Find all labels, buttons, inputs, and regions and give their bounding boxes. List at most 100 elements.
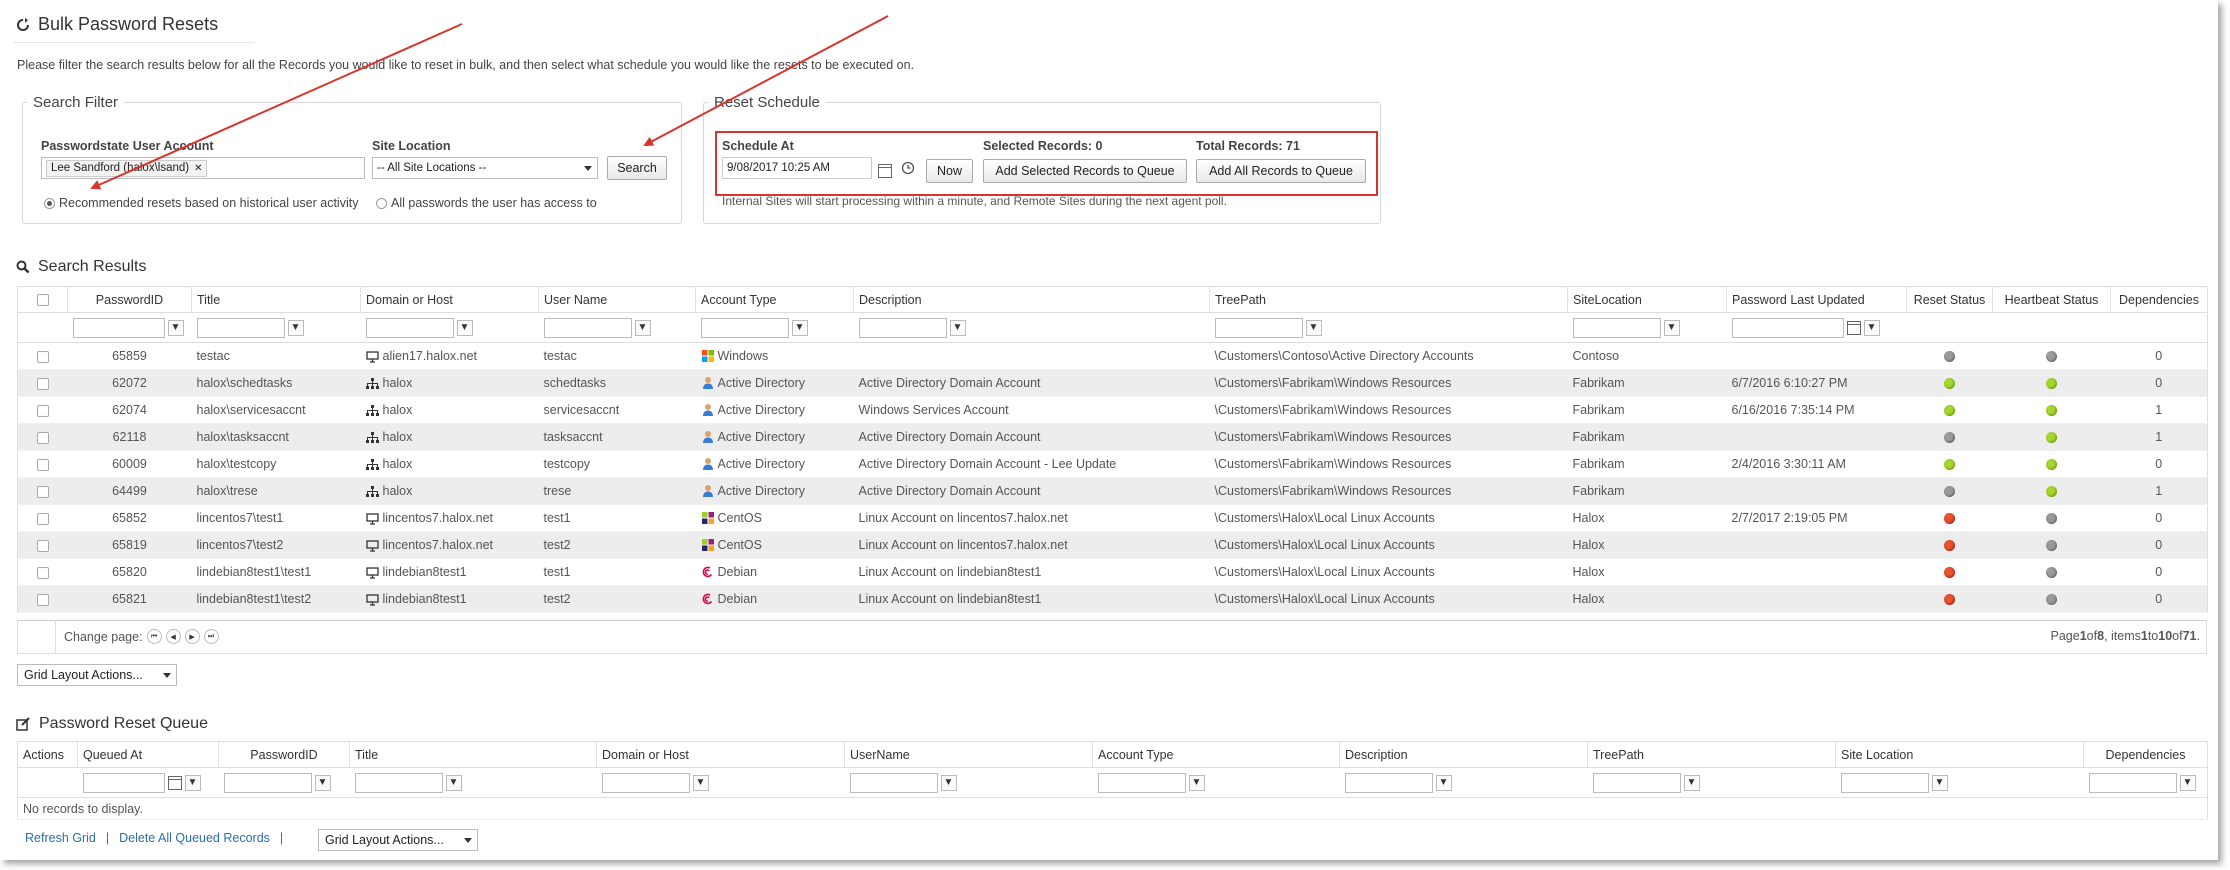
- row-checkbox[interactable]: [36, 377, 49, 390]
- select-all-checkbox[interactable]: [36, 294, 49, 307]
- cell-title[interactable]: lincentos7\test2: [191, 531, 361, 559]
- col-header-username[interactable]: User Name: [538, 286, 696, 313]
- filter-icon[interactable]: ▼: [314, 774, 331, 791]
- refresh-grid-link[interactable]: Refresh Grid: [25, 831, 96, 845]
- queue-col-queued-at[interactable]: Queued At: [77, 741, 219, 768]
- filter-icon[interactable]: ▼: [1931, 774, 1948, 791]
- filter-input[interactable]: [601, 772, 690, 793]
- table-row[interactable]: 62072 halox\schedtasks halox schedtasks Acti…: [17, 369, 2208, 397]
- queue-col-site-location[interactable]: Site Location: [1835, 741, 2084, 768]
- col-header-reset-status[interactable]: Reset Status: [1906, 286, 1993, 313]
- table-row[interactable]: 65821 lindebian8test1\test2 lindebian8test…: [17, 585, 2208, 613]
- cell-title[interactable]: halox\testcopy: [191, 450, 361, 478]
- filter-input[interactable]: [82, 772, 165, 793]
- site-location-select[interactable]: -- All Site Locations --: [372, 157, 598, 179]
- calendar-icon[interactable]: [878, 163, 892, 178]
- filter-input[interactable]: [2088, 772, 2177, 793]
- row-checkbox[interactable]: [36, 485, 49, 498]
- cell-title[interactable]: halox\trese: [191, 477, 361, 505]
- col-header-passwordid[interactable]: PasswordID: [67, 286, 192, 313]
- queue-grid-layout-actions-select[interactable]: Grid Layout Actions...: [318, 829, 478, 851]
- filter-input[interactable]: [1344, 772, 1433, 793]
- row-checkbox[interactable]: [36, 350, 49, 363]
- remove-token-icon[interactable]: ✕: [194, 163, 202, 174]
- filter-input[interactable]: [700, 317, 789, 338]
- filter-input[interactable]: [223, 772, 312, 793]
- filter-icon[interactable]: ▼: [940, 774, 957, 791]
- filter-icon[interactable]: ▼: [634, 319, 651, 336]
- radio-recommended[interactable]: Recommended resets based on historical u…: [44, 196, 358, 210]
- table-row[interactable]: 65820 lindebian8test1\test1 lindebian8test…: [17, 558, 2208, 586]
- col-header-last-updated[interactable]: Password Last Updated: [1726, 286, 1907, 313]
- row-checkbox[interactable]: [36, 431, 49, 444]
- queue-col-domain[interactable]: Domain or Host: [596, 741, 845, 768]
- row-checkbox[interactable]: [36, 566, 49, 579]
- clock-icon[interactable]: [901, 161, 915, 175]
- col-header-sitelocation[interactable]: SiteLocation: [1567, 286, 1727, 313]
- filter-icon[interactable]: ▼: [445, 774, 462, 791]
- cell-title[interactable]: halox\schedtasks: [191, 369, 361, 397]
- row-checkbox[interactable]: [36, 404, 49, 417]
- table-row[interactable]: 62074 halox\servicesaccnt halox servicesacc…: [17, 396, 2208, 424]
- filter-input[interactable]: [196, 317, 285, 338]
- calendar-icon[interactable]: [1846, 320, 1861, 335]
- add-selected-to-queue-button[interactable]: Add Selected Records to Queue: [983, 159, 1187, 183]
- filter-input[interactable]: [1572, 317, 1661, 338]
- first-page-icon[interactable]: ⏮: [146, 629, 162, 644]
- queue-col-title[interactable]: Title: [349, 741, 597, 768]
- add-all-to-queue-button[interactable]: Add All Records to Queue: [1196, 159, 1366, 183]
- filter-input[interactable]: [858, 317, 947, 338]
- filter-icon[interactable]: ▼: [1683, 774, 1700, 791]
- filter-input[interactable]: [354, 772, 443, 793]
- filter-input[interactable]: [849, 772, 938, 793]
- search-button[interactable]: Search: [607, 156, 667, 180]
- table-row[interactable]: 62118 halox\tasksaccnt halox tasksaccnt Acti…: [17, 423, 2208, 451]
- filter-icon[interactable]: ▼: [167, 319, 184, 336]
- cell-title[interactable]: testac: [191, 342, 361, 370]
- next-page-icon[interactable]: ▶: [184, 629, 200, 644]
- filter-icon[interactable]: ▼: [184, 774, 201, 791]
- col-header-domain[interactable]: Domain or Host: [360, 286, 539, 313]
- filter-input[interactable]: [72, 317, 165, 338]
- cell-title[interactable]: halox\servicesaccnt: [191, 396, 361, 424]
- filter-icon[interactable]: ▼: [2179, 774, 2196, 791]
- row-checkbox[interactable]: [36, 512, 49, 525]
- cell-title[interactable]: lindebian8test1\test2: [191, 585, 361, 613]
- cell-title[interactable]: lincentos7\test1: [191, 504, 361, 532]
- queue-col-treepath[interactable]: TreePath: [1587, 741, 1836, 768]
- filter-input[interactable]: [543, 317, 632, 338]
- table-row[interactable]: 65819 lincentos7\test2 lincentos7.halox.ne…: [17, 531, 2208, 559]
- col-header-account-type[interactable]: Account Type: [695, 286, 854, 313]
- filter-input[interactable]: [365, 317, 454, 338]
- filter-input[interactable]: [1592, 772, 1681, 793]
- delete-all-queued-link[interactable]: Delete All Queued Records: [119, 831, 270, 845]
- table-row[interactable]: 65859 testac alien17.halox.net testac Window…: [17, 342, 2208, 370]
- filter-icon[interactable]: ▼: [1663, 319, 1680, 336]
- cell-title[interactable]: lindebian8test1\test1: [191, 558, 361, 586]
- col-header-description[interactable]: Description: [853, 286, 1210, 313]
- filter-icon[interactable]: ▼: [456, 319, 473, 336]
- col-header-title[interactable]: Title: [191, 286, 361, 313]
- filter-icon[interactable]: ▼: [949, 319, 966, 336]
- calendar-icon[interactable]: [167, 775, 182, 790]
- row-checkbox[interactable]: [36, 539, 49, 552]
- filter-icon[interactable]: ▼: [287, 319, 304, 336]
- grid-layout-actions-select[interactable]: Grid Layout Actions...: [17, 664, 177, 686]
- filter-input[interactable]: [1731, 317, 1844, 338]
- radio-all[interactable]: All passwords the user has access to: [376, 196, 597, 210]
- now-button[interactable]: Now: [926, 159, 973, 183]
- filter-input[interactable]: [1214, 317, 1303, 338]
- queue-col-username[interactable]: UserName: [844, 741, 1093, 768]
- queue-col-passwordid[interactable]: PasswordID: [218, 741, 350, 768]
- prev-page-icon[interactable]: ◀: [165, 629, 181, 644]
- row-checkbox[interactable]: [36, 593, 49, 606]
- col-header-dependencies[interactable]: Dependencies: [2110, 286, 2208, 313]
- filter-input[interactable]: [1097, 772, 1186, 793]
- filter-icon[interactable]: ▼: [791, 319, 808, 336]
- filter-input[interactable]: [1840, 772, 1929, 793]
- table-row[interactable]: 65852 lincentos7\test1 lincentos7.halox.ne…: [17, 504, 2208, 532]
- filter-icon[interactable]: ▼: [1305, 319, 1322, 336]
- row-checkbox[interactable]: [36, 458, 49, 471]
- last-page-icon[interactable]: ⏭: [203, 629, 219, 644]
- filter-icon[interactable]: ▼: [1188, 774, 1205, 791]
